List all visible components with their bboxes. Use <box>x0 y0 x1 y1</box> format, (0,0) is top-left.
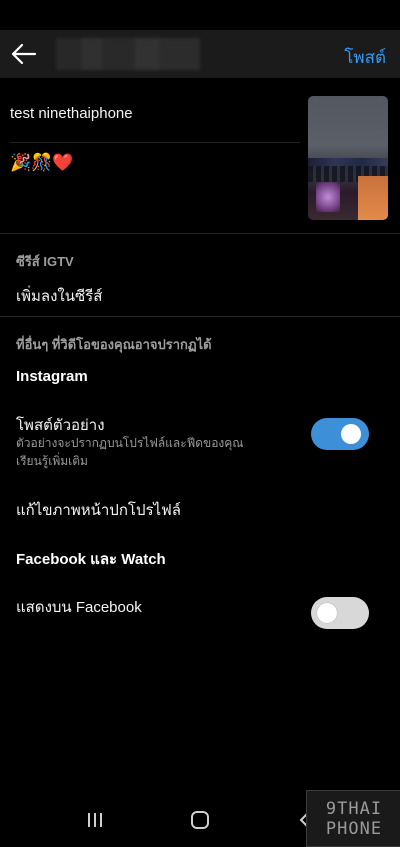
toggle-knob <box>317 603 337 623</box>
blurred-account-title <box>56 38 200 70</box>
divider <box>0 233 400 234</box>
instagram-heading: Instagram <box>16 368 88 385</box>
preview-post-toggle[interactable] <box>311 418 369 450</box>
learn-more-link[interactable]: เรียนรู้เพิ่มเติม <box>16 452 296 470</box>
divider <box>10 142 300 143</box>
arrow-left-icon <box>11 43 37 65</box>
toggle-knob <box>341 424 361 444</box>
igtv-series-label: ซีรีส์ IGTV <box>16 254 74 269</box>
watermark-line2: PHONE <box>325 818 383 839</box>
status-bar <box>0 0 400 30</box>
preview-post-description: ตัวอย่างจะปรากฏบนโปรไฟล์และฟีดของคุณ <box>16 436 244 450</box>
video-thumbnail[interactable] <box>308 96 388 220</box>
show-on-facebook-toggle[interactable] <box>311 597 369 629</box>
watermark-logo: 9THAI PHONE <box>306 790 400 847</box>
divider <box>0 316 400 317</box>
watermark-line1: 9THAI <box>325 798 383 819</box>
add-to-series-button[interactable]: เพิ่มลงในซีรีส์ <box>16 284 102 308</box>
show-on-facebook-label: แสดงบน Facebook <box>16 599 142 616</box>
thumbnail-light <box>316 182 340 212</box>
home-icon <box>191 811 209 829</box>
home-button[interactable] <box>185 807 215 833</box>
recent-apps-icon <box>88 813 102 827</box>
caption-emoji: 🎉🎊❤️ <box>10 153 74 173</box>
post-button[interactable]: โพสต์ <box>344 44 386 71</box>
other-places-label: ที่อื่นๆ ที่วิดีโอของคุณอาจปรากฏได้ <box>16 337 212 352</box>
edit-profile-cover-button[interactable]: แก้ไขภาพหน้าปกโปรไฟล์ <box>16 498 181 522</box>
recent-apps-button[interactable] <box>80 807 110 833</box>
facebook-watch-heading: Facebook และ Watch <box>16 551 166 568</box>
back-button[interactable] <box>8 38 40 70</box>
thumbnail-screen <box>358 176 388 220</box>
top-app-bar: โพสต์ <box>0 30 400 78</box>
caption-text[interactable]: test ninethaiphone <box>10 105 133 122</box>
